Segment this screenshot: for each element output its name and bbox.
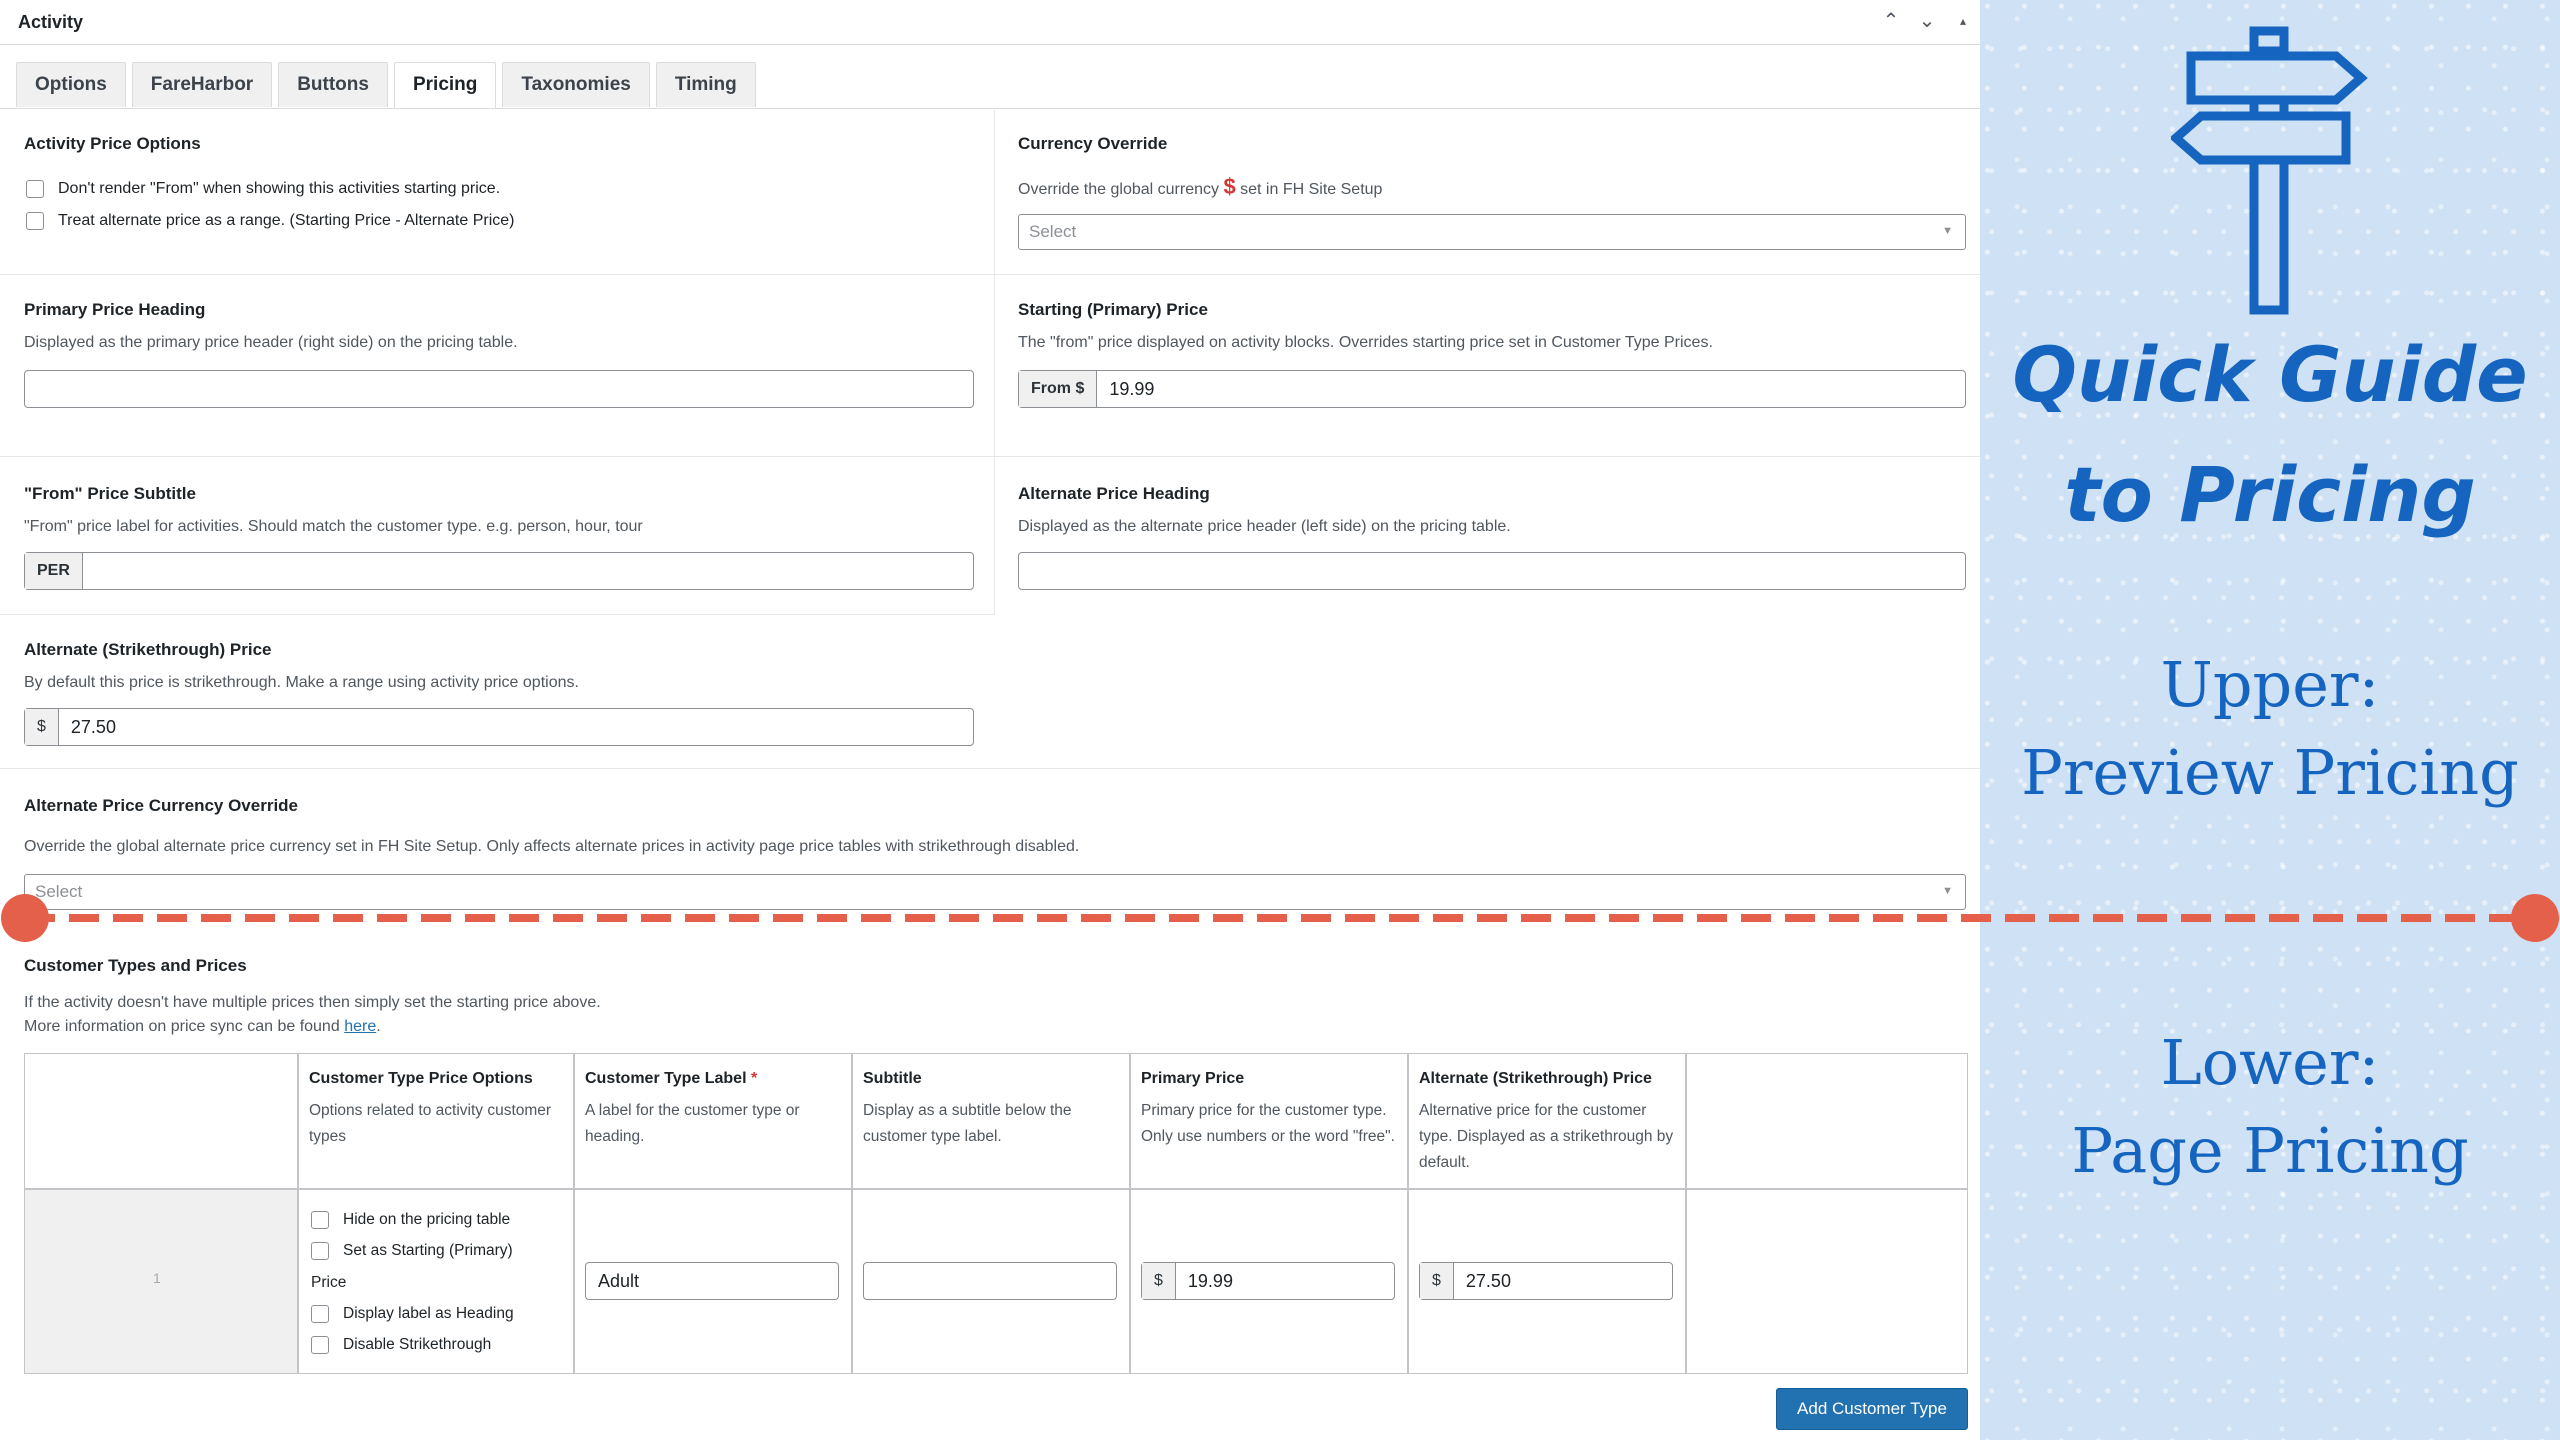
customer-types-label: Customer Types and Prices: [24, 956, 247, 975]
col-header-alternate-price: Alternate (Strikethrough) Price: [1419, 1070, 1652, 1087]
customer-type-subtitle-input[interactable]: [863, 1262, 1117, 1300]
column-divider: [994, 110, 995, 615]
move-down-icon[interactable]: ⌄: [1916, 8, 1938, 34]
required-marker: *: [750, 1070, 758, 1087]
alt-currency-override-label: Alternate Price Currency Override: [24, 796, 299, 815]
collapse-toggle-icon[interactable]: ▴: [1952, 8, 1974, 34]
starting-price-label: Starting (Primary) Price: [1018, 300, 1208, 319]
chevron-down-icon: ▼: [1942, 225, 1953, 237]
currency-override-label: Currency Override: [1018, 134, 1168, 153]
upper-lower-divider: [1, 894, 2559, 942]
lower-desc: Page Pricing: [2071, 1114, 2469, 1187]
lower-label: Lower:: [2160, 1026, 2380, 1099]
primary-price-heading-label: Primary Price Heading: [24, 300, 206, 319]
alternate-price-desc: By default this price is strikethrough. …: [24, 674, 579, 691]
col-header-label: Customer Type Label *: [585, 1070, 758, 1087]
alternate-heading-label: Alternate Price Heading: [1018, 484, 1210, 503]
from-dollar-addon: From $: [1019, 371, 1098, 407]
tab-bar: Options FareHarbor Buttons Pricing Taxon…: [16, 62, 756, 110]
alternate-price-input[interactable]: $ 27.50: [24, 708, 974, 746]
dont-render-from-label: Don't render "From" when showing this ac…: [58, 180, 501, 197]
guide-side-panel: Quick Guide to Pricing Upper: Preview Pr…: [1980, 0, 2560, 1440]
tab-buttons[interactable]: Buttons: [278, 62, 388, 107]
dont-render-from-checkbox[interactable]: [26, 180, 44, 198]
customer-types-table: Customer Type Price Options Options rela…: [24, 1053, 1968, 1374]
col-desc-alternate-price: Alternative price for the customer type.…: [1419, 1102, 1674, 1171]
hide-pricing-table-checkbox[interactable]: [311, 1211, 329, 1229]
starting-price-input[interactable]: From $ 19.99: [1018, 370, 1966, 408]
tab-timing[interactable]: Timing: [655, 62, 756, 107]
row-divider: [0, 274, 1980, 275]
panel-header: Activity ⌃ ⌄ ▴: [0, 0, 1980, 45]
tabs-divider: [0, 108, 1980, 109]
dollar-addon: $: [1420, 1263, 1454, 1299]
from-subtitle-input[interactable]: PER: [24, 552, 974, 590]
upper-desc: Preview Pricing: [2021, 736, 2519, 809]
customer-type-label-input[interactable]: Adult: [585, 1262, 839, 1300]
currency-symbol: $: [1223, 174, 1236, 199]
add-customer-type-button[interactable]: Add Customer Type: [1776, 1388, 1968, 1430]
guide-title-line1: Quick Guide: [2012, 330, 2528, 419]
move-up-icon[interactable]: ⌃: [1880, 8, 1902, 34]
signpost-icon: [2171, 26, 2368, 315]
customer-primary-price-input[interactable]: $ 19.99: [1141, 1262, 1395, 1300]
row-divider: [0, 768, 1980, 769]
col-desc-options: Options related to activity customer typ…: [309, 1102, 552, 1145]
alt-currency-override-desc: Override the global alternate price curr…: [24, 838, 1080, 855]
row-index: 1: [153, 1270, 161, 1286]
customer-types-desc: If the activity doesn't have multiple pr…: [24, 994, 601, 1011]
activity-price-options-label: Activity Price Options: [24, 134, 201, 153]
col-desc-subtitle: Display as a subtitle below the customer…: [863, 1102, 1072, 1145]
hide-pricing-table-label: Hide on the pricing table: [343, 1211, 511, 1228]
tab-fareharbor[interactable]: FareHarbor: [131, 62, 273, 107]
panel-title: Activity: [18, 12, 84, 32]
tab-taxonomies[interactable]: Taxonomies: [502, 62, 650, 107]
from-subtitle-desc: "From" price label for activities. Shoul…: [24, 518, 643, 535]
alternate-price-label: Alternate (Strikethrough) Price: [24, 640, 272, 659]
per-addon: PER: [25, 553, 83, 589]
primary-price-heading-input[interactable]: [24, 370, 974, 408]
tab-pricing[interactable]: Pricing: [393, 62, 497, 109]
row-divider: [0, 614, 994, 615]
starting-price-desc: The "from" price displayed on activity b…: [1018, 334, 1713, 351]
from-subtitle-label: "From" Price Subtitle: [24, 484, 196, 503]
row-divider: [0, 456, 1980, 457]
dollar-addon: $: [1142, 1263, 1176, 1299]
set-starting-price-label: Set as Starting (Primary): [343, 1242, 513, 1259]
primary-price-heading-desc: Displayed as the primary price header (r…: [24, 334, 518, 351]
col-header-primary-price: Primary Price: [1141, 1070, 1245, 1087]
price-range-label: Treat alternate price as a range. (Start…: [58, 212, 515, 229]
customer-alternate-price-input[interactable]: $ 27.50: [1419, 1262, 1673, 1300]
col-header-options: Customer Type Price Options: [309, 1070, 533, 1087]
col-desc-label: A label for the customer type or heading…: [585, 1102, 800, 1145]
price-range-checkbox[interactable]: [26, 212, 44, 230]
set-starting-price-checkbox[interactable]: [311, 1242, 329, 1260]
currency-override-select[interactable]: Select ▼: [1018, 214, 1966, 250]
set-starting-price-label-wrap: Price: [311, 1274, 347, 1291]
alternate-heading-input[interactable]: [1018, 552, 1966, 590]
divider-right-dot: [2511, 894, 2559, 942]
disable-strikethrough-label: Disable Strikethrough: [343, 1336, 492, 1353]
alternate-heading-desc: Displayed as the alternate price header …: [1018, 518, 1511, 535]
guide-title-line2: to Pricing: [2064, 450, 2476, 539]
display-label-heading-checkbox[interactable]: [311, 1305, 329, 1323]
row-handle[interactable]: [25, 1188, 297, 1373]
divider-left-dot: [1, 894, 49, 942]
price-sync-info: More information on price sync can be fo…: [24, 1018, 381, 1035]
currency-override-desc: Override the global currency $ set in FH…: [1018, 174, 1383, 199]
price-sync-link[interactable]: here: [344, 1018, 376, 1035]
col-desc-primary-price: Primary price for the customer type. Onl…: [1141, 1102, 1395, 1145]
activity-panel: Activity ⌃ ⌄ ▴ Options FareHarbor Button…: [0, 0, 1981, 1440]
display-label-heading-label: Display label as Heading: [343, 1305, 514, 1322]
dollar-addon: $: [25, 709, 59, 745]
disable-strikethrough-checkbox[interactable]: [311, 1336, 329, 1354]
col-header-subtitle: Subtitle: [863, 1070, 922, 1087]
upper-label: Upper:: [2160, 648, 2380, 721]
tab-options[interactable]: Options: [16, 62, 126, 107]
